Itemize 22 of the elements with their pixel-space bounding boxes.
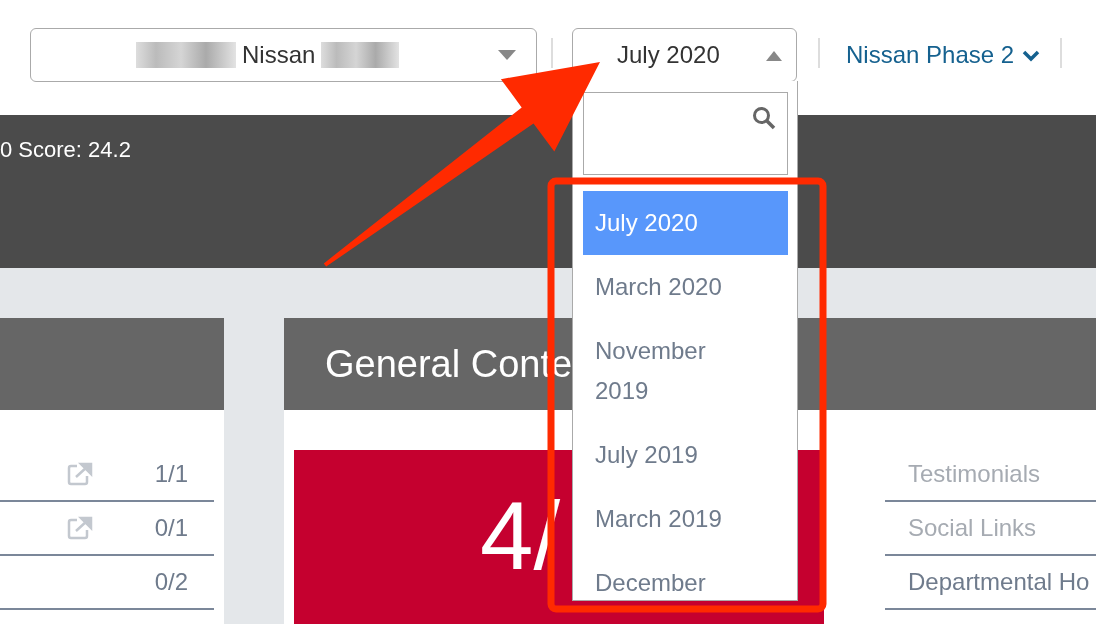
score-value: 0/1: [154, 514, 188, 542]
chevron-icon: [1022, 50, 1041, 62]
score-text: 0 Score: 24.2: [0, 137, 131, 162]
item-label: Departmental Ho: [908, 568, 1090, 596]
search-field[interactable]: [583, 92, 788, 175]
dealer-select[interactable]: Nissan: [30, 28, 537, 82]
external-link-icon[interactable]: [66, 462, 93, 486]
dropdown-option[interactable]: July 2019: [583, 423, 788, 487]
dropdown-option[interactable]: July 2020: [583, 191, 788, 255]
score-value: 0/2: [154, 568, 188, 596]
dropdown-option[interactable]: March 2020: [583, 255, 788, 319]
dropdown-option[interactable]: December: [583, 551, 788, 600]
dropdown-option[interactable]: March 2019: [583, 487, 788, 551]
item-label: Testimonials: [908, 460, 1041, 488]
item-label: Social Links: [908, 514, 1037, 542]
caret-icon: [498, 50, 516, 60]
month-select[interactable]: July 2020: [572, 28, 797, 82]
dropdown-option[interactable]: November 2019: [583, 319, 788, 423]
phase-link[interactable]: Nissan Phase 2: [846, 28, 1015, 82]
external-link-icon[interactable]: [66, 516, 93, 540]
search-icon: [752, 106, 776, 130]
score-value: 1/1: [154, 460, 188, 488]
